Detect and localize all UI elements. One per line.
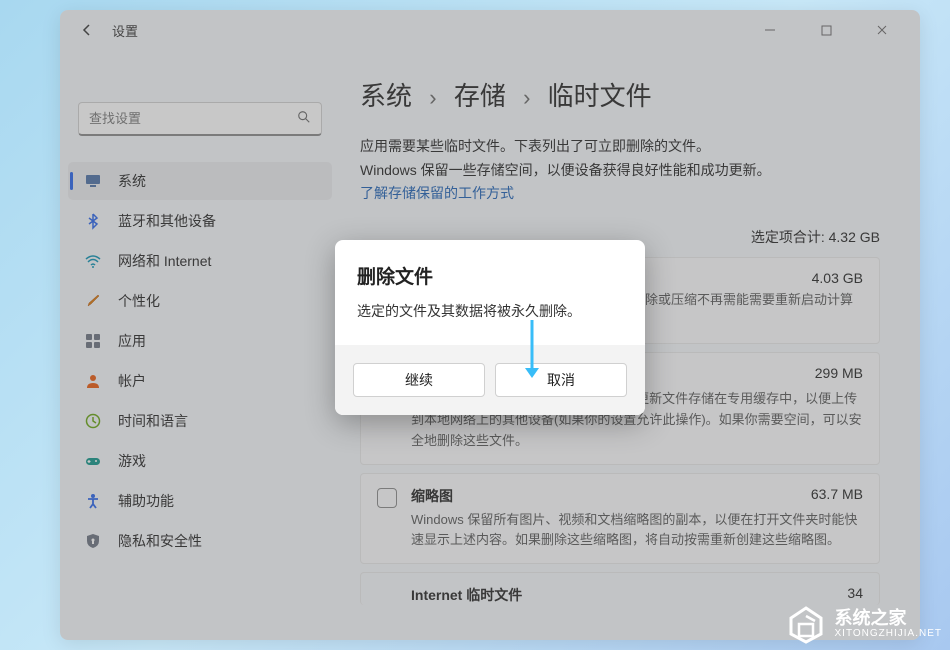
continue-button[interactable]: 继续 (353, 363, 485, 397)
watermark: 系统之家 XITONGZHIJIA.NET (785, 604, 943, 644)
watermark-name: 系统之家 (835, 609, 943, 629)
delete-files-dialog: 删除文件 选定的文件及其数据将被永久删除。 继续 取消 (335, 240, 645, 415)
watermark-url: XITONGZHIJIA.NET (835, 628, 943, 639)
settings-window: 设置 系统 蓝牙和其他设备 (60, 10, 920, 640)
watermark-logo-icon (785, 604, 827, 644)
dialog-title: 删除文件 (357, 262, 623, 289)
dialog-text: 选定的文件及其数据将被永久删除。 (357, 301, 623, 321)
cancel-button[interactable]: 取消 (495, 363, 627, 397)
